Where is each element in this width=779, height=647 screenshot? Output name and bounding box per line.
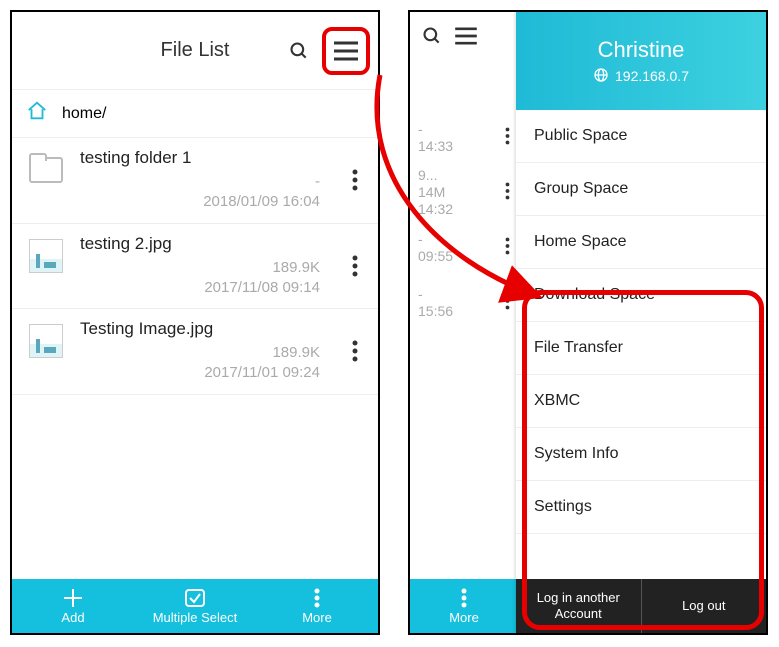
nav-drawer: Christine 192.168.0.7 Public Space Group… (516, 12, 766, 633)
drawer-item-file-transfer[interactable]: File Transfer (516, 322, 766, 375)
list-item: -14:33 (410, 110, 518, 165)
file-size: 189.9K (80, 343, 320, 363)
more-label: More (302, 610, 332, 625)
header: File List (12, 12, 378, 90)
list-item: 9... 14M14:32 (410, 165, 518, 220)
file-date: 2017/11/08 09:14 (80, 278, 320, 298)
multi-label: Multiple Select (153, 610, 238, 625)
file-row[interactable]: Testing Image.jpg 189.9K 2017/11/01 09:2… (12, 309, 378, 395)
file-date: 2017/11/01 09:24 (80, 363, 320, 383)
more-button[interactable]: More (410, 579, 518, 633)
breadcrumb-path: home/ (62, 105, 106, 123)
add-button[interactable]: Add (12, 579, 134, 633)
search-icon[interactable] (282, 34, 316, 68)
drawer-item-xbmc[interactable]: XBMC (516, 375, 766, 428)
image-icon (26, 321, 66, 361)
drawer-item-download-space[interactable]: Download Space (516, 269, 766, 322)
list-item: -15:56 (410, 275, 518, 330)
search-icon[interactable] (422, 26, 442, 51)
phone-file-list: File List home/ testing folder 1 - 2018/… (10, 10, 380, 635)
more-vert-icon[interactable] (505, 237, 510, 258)
username: Christine (598, 37, 685, 63)
file-row[interactable]: testing folder 1 - 2018/01/09 16:04 (12, 138, 378, 224)
ip-address: 192.168.0.7 (593, 67, 689, 86)
file-info: testing folder 1 - 2018/01/09 16:04 (80, 148, 326, 213)
more-button[interactable]: More (256, 579, 378, 633)
bottom-toolbar: Add Multiple Select More (12, 579, 378, 633)
more-vert-icon[interactable] (505, 182, 510, 203)
file-name: Testing Image.jpg (80, 319, 326, 339)
drawer-footer: Log in another Account Log out (516, 579, 766, 633)
login-another-button[interactable]: Log in another Account (516, 579, 642, 633)
more-vert-icon[interactable] (505, 292, 510, 313)
file-row[interactable]: testing 2.jpg 189.9K 2017/11/08 09:14 (12, 224, 378, 310)
more-vert-icon[interactable] (505, 127, 510, 148)
strip-header (410, 12, 518, 64)
multi-select-button[interactable]: Multiple Select (134, 579, 256, 633)
hamburger-icon[interactable] (454, 27, 478, 50)
list-item: -09:55 (410, 220, 518, 275)
add-label: Add (61, 610, 84, 625)
more-vert-icon[interactable] (340, 255, 370, 277)
hamburger-icon[interactable] (322, 27, 370, 75)
drawer-item-system-info[interactable]: System Info (516, 428, 766, 481)
breadcrumb[interactable]: home/ (12, 90, 378, 138)
drawer-item-settings[interactable]: Settings (516, 481, 766, 534)
more-vert-icon[interactable] (340, 169, 370, 191)
file-name: testing folder 1 (80, 148, 326, 168)
drawer-header: Christine 192.168.0.7 (516, 12, 766, 110)
image-icon (26, 236, 66, 276)
phone-drawer: -14:33 9... 14M14:32 -09:55 -15:56 More … (408, 10, 768, 635)
file-info: testing 2.jpg 189.9K 2017/11/08 09:14 (80, 234, 326, 299)
globe-icon (593, 67, 609, 86)
home-icon (26, 100, 48, 127)
file-info: Testing Image.jpg 189.9K 2017/11/01 09:2… (80, 319, 326, 384)
file-size: - (80, 172, 320, 192)
file-name: testing 2.jpg (80, 234, 326, 254)
drawer-item-home-space[interactable]: Home Space (516, 216, 766, 269)
page-title: File List (161, 39, 230, 62)
drawer-item-group-space[interactable]: Group Space (516, 163, 766, 216)
folder-icon (26, 150, 66, 190)
more-vert-icon[interactable] (340, 340, 370, 362)
background-strip: -14:33 9... 14M14:32 -09:55 -15:56 More (410, 12, 518, 633)
drawer-item-public-space[interactable]: Public Space (516, 110, 766, 163)
file-size: 189.9K (80, 258, 320, 278)
logout-button[interactable]: Log out (642, 579, 767, 633)
file-date: 2018/01/09 16:04 (80, 192, 320, 212)
